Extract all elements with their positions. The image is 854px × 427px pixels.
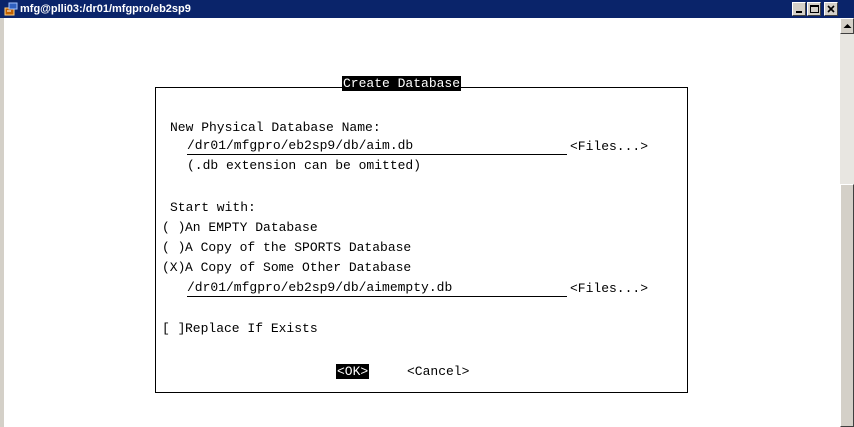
scroll-up-button[interactable] xyxy=(840,18,854,34)
copy-source-input[interactable]: /dr01/mfgpro/eb2sp9/db/aimempty.db xyxy=(187,280,567,297)
scrollbar-thumb[interactable] xyxy=(840,184,854,427)
option-label: A Copy of Some Other Database xyxy=(185,260,412,275)
extension-note: (.db extension can be omitted) xyxy=(187,158,422,173)
vertical-scrollbar[interactable] xyxy=(840,18,854,427)
files-button-2[interactable]: <Files...> xyxy=(570,281,648,296)
database-name-label: New Physical Database Name: xyxy=(170,120,381,135)
option-label: An EMPTY Database xyxy=(185,220,318,235)
files-button-1[interactable]: <Files...> xyxy=(570,139,648,154)
arrow-up-icon xyxy=(843,24,852,28)
window-titlebar[interactable]: mfg@plli03:/dr01/mfgpro/eb2sp9 xyxy=(0,0,854,18)
start-with-label: Start with: xyxy=(170,200,256,215)
close-icon xyxy=(827,5,835,13)
minimize-button[interactable] xyxy=(792,2,806,16)
replace-checkbox[interactable]: [ ] xyxy=(162,321,185,336)
close-button[interactable] xyxy=(824,2,838,16)
dialog-title: Create Database xyxy=(342,76,462,91)
terminal-app-icon xyxy=(4,2,18,16)
radio-sports[interactable]: ( ) xyxy=(162,240,185,255)
minimize-icon xyxy=(796,11,802,13)
replace-label: Replace If Exists xyxy=(185,321,318,336)
radio-empty[interactable]: ( ) xyxy=(162,220,185,235)
database-name-input[interactable]: /dr01/mfgpro/eb2sp9/db/aim.db xyxy=(187,138,567,155)
ok-button[interactable]: <OK> xyxy=(336,364,370,379)
window-title: mfg@plli03:/dr01/mfgpro/eb2sp9 xyxy=(20,3,191,15)
maximize-icon xyxy=(810,5,819,13)
option-label: A Copy of the SPORTS Database xyxy=(185,240,412,255)
cancel-button[interactable]: <Cancel> xyxy=(407,364,469,379)
radio-other[interactable]: (X) xyxy=(162,260,185,275)
maximize-button[interactable] xyxy=(807,2,821,16)
